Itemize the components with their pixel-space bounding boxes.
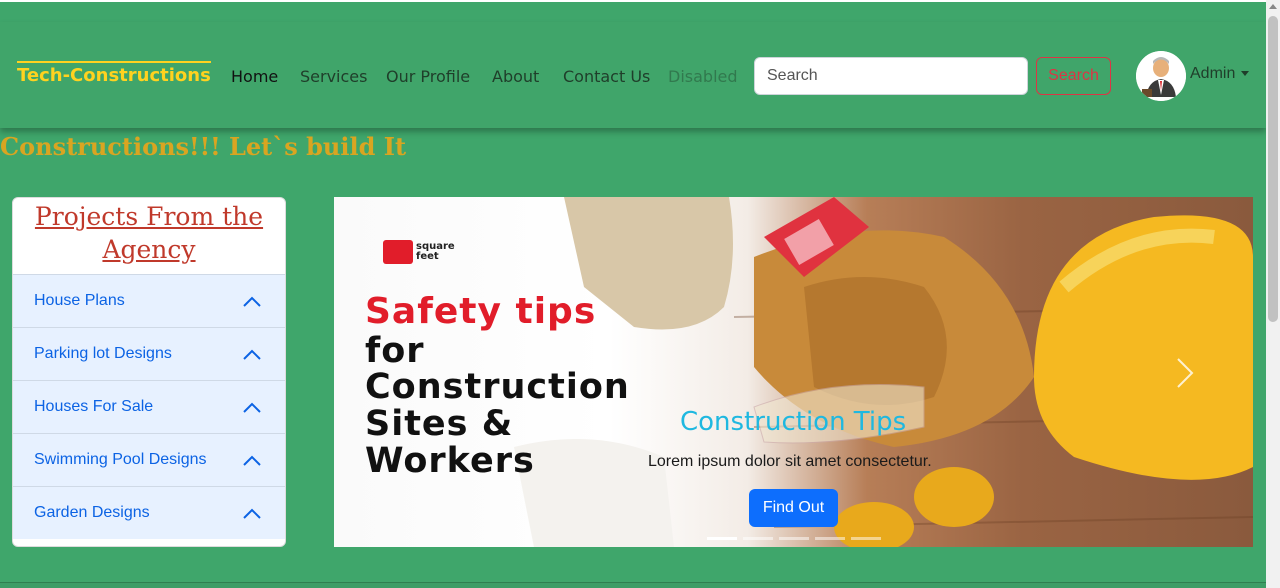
chevron-up-icon (243, 508, 261, 519)
projects-card: Projects From the Agency House Plans Par… (12, 197, 286, 547)
accordion-item-parking-lot-designs[interactable]: Parking lot Designs (13, 327, 285, 380)
accordion-label: Swimming Pool Designs (34, 451, 207, 468)
accordion-item-swimming-pool-designs[interactable]: Swimming Pool Designs (13, 433, 285, 486)
search-button[interactable]: Search (1036, 57, 1111, 95)
marquee-text: ch-Constructions!!! Let`s build It (0, 132, 407, 161)
carousel-indicator[interactable] (815, 537, 845, 540)
slide-headline-line: Workers (365, 441, 535, 481)
caret-down-icon (1241, 71, 1250, 77)
carousel-next-icon[interactable] (1170, 355, 1200, 391)
nav-about[interactable]: About (492, 67, 539, 86)
avatar-image (1136, 51, 1186, 101)
chevron-up-icon (243, 296, 261, 307)
carousel-indicator[interactable] (779, 537, 809, 540)
nav-disabled: Disabled (668, 67, 738, 86)
scrollbar-thumb[interactable] (1268, 16, 1278, 322)
bottom-divider (0, 582, 1266, 588)
find-out-button[interactable]: Find Out (749, 489, 838, 527)
accordion-item-house-plans[interactable]: House Plans (13, 274, 285, 327)
chevron-up-icon (243, 402, 261, 413)
navbar: Tech-Constructions Home Services Our Pro… (0, 22, 1266, 128)
square-feet-logo-icon (383, 240, 413, 264)
carousel-indicator[interactable] (743, 537, 773, 540)
slide-headline-line: Sites & (365, 404, 514, 444)
carousel-indicator[interactable] (707, 537, 737, 540)
nav-services[interactable]: Services (300, 67, 367, 86)
caption-title: Construction Tips (680, 407, 907, 437)
logo-text: square feet (416, 241, 455, 262)
nav-contact-us[interactable]: Contact Us (563, 67, 650, 86)
user-avatar[interactable] (1136, 51, 1186, 101)
projects-card-title[interactable]: Projects From the Agency (13, 198, 285, 274)
carousel-indicator[interactable] (851, 537, 881, 540)
accordion-label: House Plans (34, 292, 125, 309)
admin-dropdown[interactable]: Admin (1190, 65, 1250, 83)
accordion-label: Parking lot Designs (34, 345, 172, 362)
nav-our-profile[interactable]: Our Profile (386, 67, 470, 86)
search-input[interactable] (754, 57, 1028, 95)
nav-home[interactable]: Home (231, 67, 278, 86)
brand-logo[interactable]: Tech-Constructions (17, 61, 211, 89)
chevron-up-icon (243, 455, 261, 466)
top-strip (0, 0, 1266, 22)
scroll-up-arrow-icon[interactable] (1269, 4, 1277, 9)
chevron-up-icon (243, 349, 261, 360)
accordion-item-houses-for-sale[interactable]: Houses For Sale (13, 380, 285, 433)
page-scrollbar[interactable] (1266, 0, 1280, 588)
image-carousel: square feet Safety tips for Construction … (334, 197, 1253, 547)
slide-headline-line: for (365, 331, 425, 371)
slide-headline-line: Construction (365, 367, 630, 407)
accordion-item-garden-designs[interactable]: Garden Designs (13, 486, 285, 539)
accordion-label: Garden Designs (34, 504, 150, 521)
welcome-marquee: ch-Constructions!!! Let`s build It (0, 130, 1266, 164)
caption-text: Lorem ipsum dolor sit amet consectetur. (648, 453, 932, 470)
admin-label: Admin (1190, 65, 1236, 82)
slide-headline-red: Safety tips (365, 291, 597, 332)
accordion-label: Houses For Sale (34, 398, 154, 415)
